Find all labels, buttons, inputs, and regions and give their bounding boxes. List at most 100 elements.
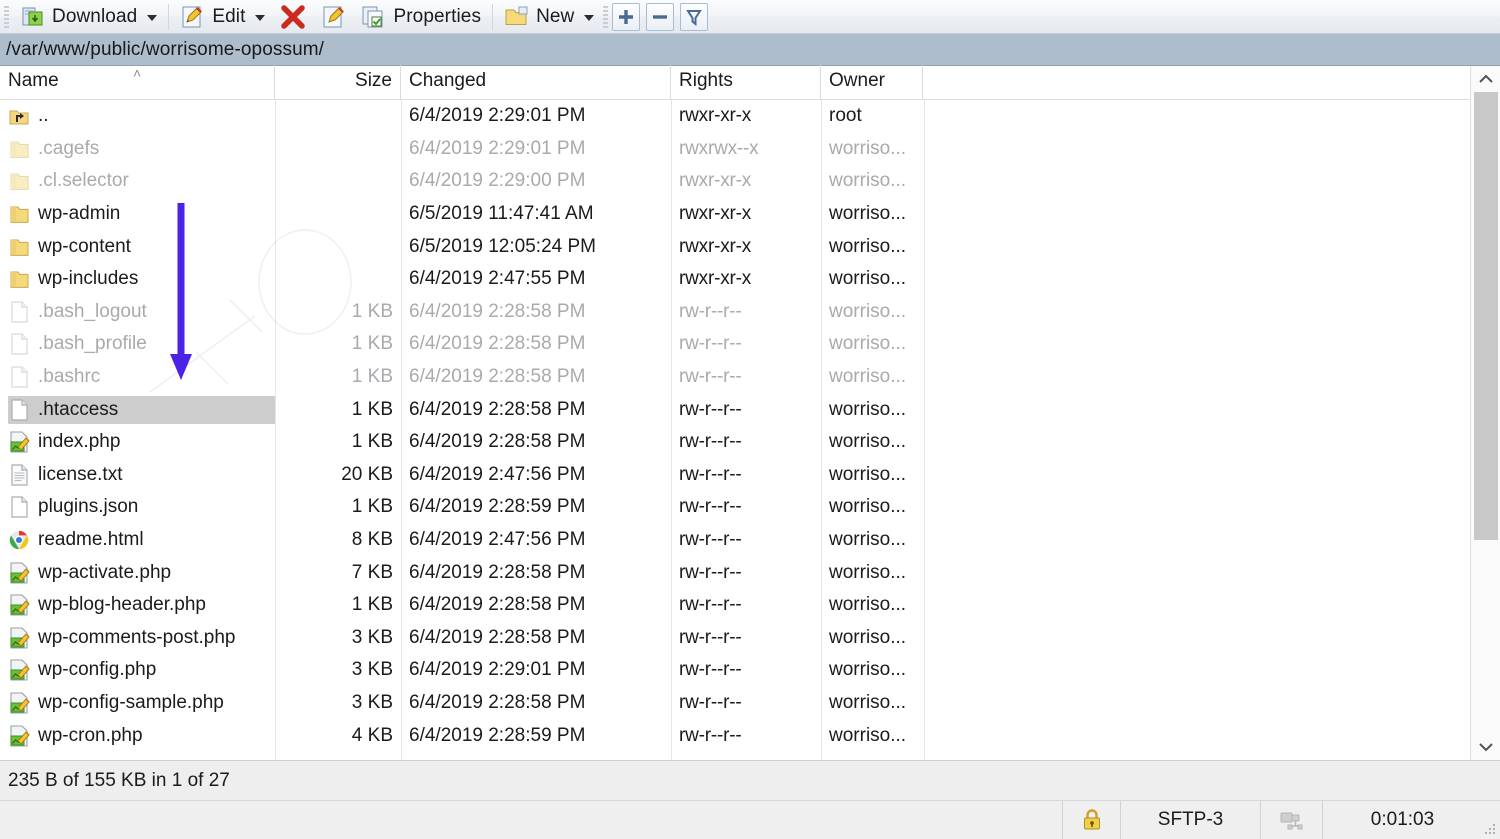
file-name-cell[interactable]: .cagefs: [0, 133, 275, 166]
file-name-wrap[interactable]: index.php: [8, 428, 126, 456]
file-row[interactable]: .htaccess1 KB6/4/2019 2:28:58 PMrw-r--r-…: [0, 393, 1470, 426]
file-owner-label: worriso...: [829, 333, 906, 355]
file-name-wrap[interactable]: wp-activate.php: [8, 559, 177, 587]
scroll-up-button[interactable]: [1471, 66, 1500, 92]
file-name-cell[interactable]: wp-config.php: [0, 654, 275, 687]
file-list[interactable]: ..6/4/2019 2:29:01 PMrwxr-xr-xroot.cagef…: [0, 100, 1470, 760]
file-name-cell[interactable]: plugins.json: [0, 491, 275, 524]
folder-icon: [8, 235, 30, 259]
file-name-wrap[interactable]: ..: [8, 102, 55, 130]
file-changed-label: 6/4/2019 2:47:56 PM: [409, 464, 585, 486]
file-name-cell[interactable]: wp-comments-post.php: [0, 622, 275, 655]
file-name-wrap[interactable]: wp-admin: [8, 200, 126, 228]
file-name-cell[interactable]: wp-includes: [0, 263, 275, 296]
column-header-rights[interactable]: Rights: [671, 65, 821, 99]
scroll-down-button[interactable]: [1471, 734, 1500, 760]
file-name-wrap[interactable]: license.txt: [8, 461, 128, 489]
window-resize-grip[interactable]: [1482, 801, 1500, 839]
file-name-wrap[interactable]: .bash_logout: [8, 298, 153, 326]
file-owner-cell: worriso...: [821, 426, 923, 459]
file-name-cell[interactable]: ..: [0, 100, 275, 133]
file-row[interactable]: .bash_logout1 KB6/4/2019 2:28:58 PMrw-r-…: [0, 296, 1470, 329]
secure-connection-indicator[interactable]: [1062, 801, 1120, 839]
file-row[interactable]: plugins.json1 KB6/4/2019 2:28:59 PMrw-r-…: [0, 491, 1470, 524]
file-name-cell[interactable]: wp-activate.php: [0, 556, 275, 589]
file-row[interactable]: wp-config-sample.php3 KB6/4/2019 2:28:58…: [0, 687, 1470, 720]
file-row[interactable]: wp-config.php3 KB6/4/2019 2:29:01 PMrw-r…: [0, 654, 1470, 687]
file-row[interactable]: wp-comments-post.php3 KB6/4/2019 2:28:58…: [0, 622, 1470, 655]
file-name-cell[interactable]: .bashrc: [0, 361, 275, 394]
file-size-cell: [275, 198, 401, 231]
file-row[interactable]: ..6/4/2019 2:29:01 PMrwxr-xr-xroot: [0, 100, 1470, 133]
file-name-cell[interactable]: wp-config-sample.php: [0, 687, 275, 720]
file-name-cell[interactable]: license.txt: [0, 459, 275, 492]
file-name-cell[interactable]: .bash_profile: [0, 328, 275, 361]
file-row[interactable]: wp-blog-header.php1 KB6/4/2019 2:28:58 P…: [0, 589, 1470, 622]
column-header-changed[interactable]: Changed: [401, 65, 671, 99]
file-row[interactable]: wp-includes6/4/2019 2:47:55 PMrwxr-xr-xw…: [0, 263, 1470, 296]
file-row[interactable]: .bash_profile1 KB6/4/2019 2:28:58 PMrw-r…: [0, 328, 1470, 361]
file-name-wrap[interactable]: wp-blog-header.php: [8, 591, 212, 619]
path-bar[interactable]: /var/www/public/worrisome-opossum/: [0, 34, 1500, 66]
edit-button[interactable]: Edit: [173, 2, 272, 32]
delete-button[interactable]: [272, 2, 314, 32]
file-row[interactable]: wp-admin6/5/2019 11:47:41 AMrwxr-xr-xwor…: [0, 198, 1470, 231]
download-dropdown-caret[interactable]: [147, 15, 157, 21]
file-name-wrap[interactable]: .cagefs: [8, 135, 105, 163]
file-row[interactable]: readme.html8 KB6/4/2019 2:47:56 PMrw-r--…: [0, 524, 1470, 557]
file-name-wrap[interactable]: wp-config.php: [8, 656, 162, 684]
network-indicator[interactable]: [1260, 801, 1322, 839]
properties-button[interactable]: Properties: [354, 2, 488, 32]
column-header-name[interactable]: Name ˄: [0, 65, 275, 99]
file-name-wrap[interactable]: .bash_profile: [8, 330, 153, 358]
vertical-scrollbar[interactable]: [1470, 66, 1500, 760]
file-name-wrap[interactable]: .bashrc: [8, 363, 106, 391]
file-name-cell[interactable]: .bash_logout: [0, 296, 275, 329]
file-changed-label: 6/4/2019 2:28:58 PM: [409, 399, 585, 421]
file-name-wrap[interactable]: wp-config-sample.php: [8, 689, 230, 717]
column-header-size[interactable]: Size: [275, 65, 401, 99]
file-row[interactable]: index.php1 KB6/4/2019 2:28:58 PMrw-r--r-…: [0, 426, 1470, 459]
file-row[interactable]: .cl.selector6/4/2019 2:29:00 PMrwxr-xr-x…: [0, 165, 1470, 198]
add-button[interactable]: [612, 3, 640, 31]
file-name-cell[interactable]: wp-content: [0, 230, 275, 263]
file-name-cell[interactable]: wp-admin: [0, 198, 275, 231]
file-name-cell[interactable]: index.php: [0, 426, 275, 459]
file-name-wrap[interactable]: .htaccess: [8, 396, 275, 424]
edit-dropdown-caret[interactable]: [255, 15, 265, 21]
remove-button[interactable]: [646, 3, 674, 31]
file-name-wrap[interactable]: wp-comments-post.php: [8, 624, 241, 652]
file-row[interactable]: wp-cron.php4 KB6/4/2019 2:28:59 PMrw-r--…: [0, 719, 1470, 752]
protocol-indicator[interactable]: SFTP-3: [1120, 801, 1260, 839]
edit-alt-button[interactable]: [314, 2, 354, 32]
file-row[interactable]: license.txt20 KB6/4/2019 2:47:56 PMrw-r-…: [0, 459, 1470, 492]
file-name-cell[interactable]: wp-cron.php: [0, 719, 275, 752]
toolbar-grip[interactable]: [2, 6, 11, 28]
new-button[interactable]: New: [497, 2, 601, 32]
file-name-label: .htaccess: [38, 399, 118, 421]
filter-button[interactable]: [680, 3, 708, 31]
file-owner-label: worriso...: [829, 301, 906, 323]
file-row[interactable]: .bashrc1 KB6/4/2019 2:28:58 PMrw-r--r--w…: [0, 361, 1470, 394]
new-dropdown-caret[interactable]: [584, 15, 594, 21]
scrollbar-thumb[interactable]: [1474, 92, 1498, 540]
file-name-wrap[interactable]: wp-content: [8, 233, 137, 261]
file-name-label: plugins.json: [38, 496, 138, 518]
file-changed-cell: 6/4/2019 2:28:59 PM: [401, 491, 671, 524]
toolbar-grip-2[interactable]: [601, 6, 610, 28]
file-name-wrap[interactable]: .cl.selector: [8, 167, 135, 195]
file-name-cell[interactable]: wp-blog-header.php: [0, 589, 275, 622]
file-name-cell[interactable]: .cl.selector: [0, 165, 275, 198]
file-row[interactable]: wp-activate.php7 KB6/4/2019 2:28:58 PMrw…: [0, 556, 1470, 589]
file-name-wrap[interactable]: readme.html: [8, 526, 150, 554]
file-row[interactable]: wp-content6/5/2019 12:05:24 PMrwxr-xr-xw…: [0, 230, 1470, 263]
file-name-cell[interactable]: readme.html: [0, 524, 275, 557]
file-name-wrap[interactable]: wp-cron.php: [8, 722, 149, 750]
file-name-cell[interactable]: .htaccess: [0, 393, 275, 426]
file-row[interactable]: .cagefs6/4/2019 2:29:01 PMrwxrwx--xworri…: [0, 133, 1470, 166]
delete-x-icon: [279, 3, 307, 31]
column-header-owner[interactable]: Owner: [821, 65, 923, 99]
download-button[interactable]: Download: [13, 2, 164, 32]
file-name-wrap[interactable]: plugins.json: [8, 493, 144, 521]
file-name-wrap[interactable]: wp-includes: [8, 265, 144, 293]
